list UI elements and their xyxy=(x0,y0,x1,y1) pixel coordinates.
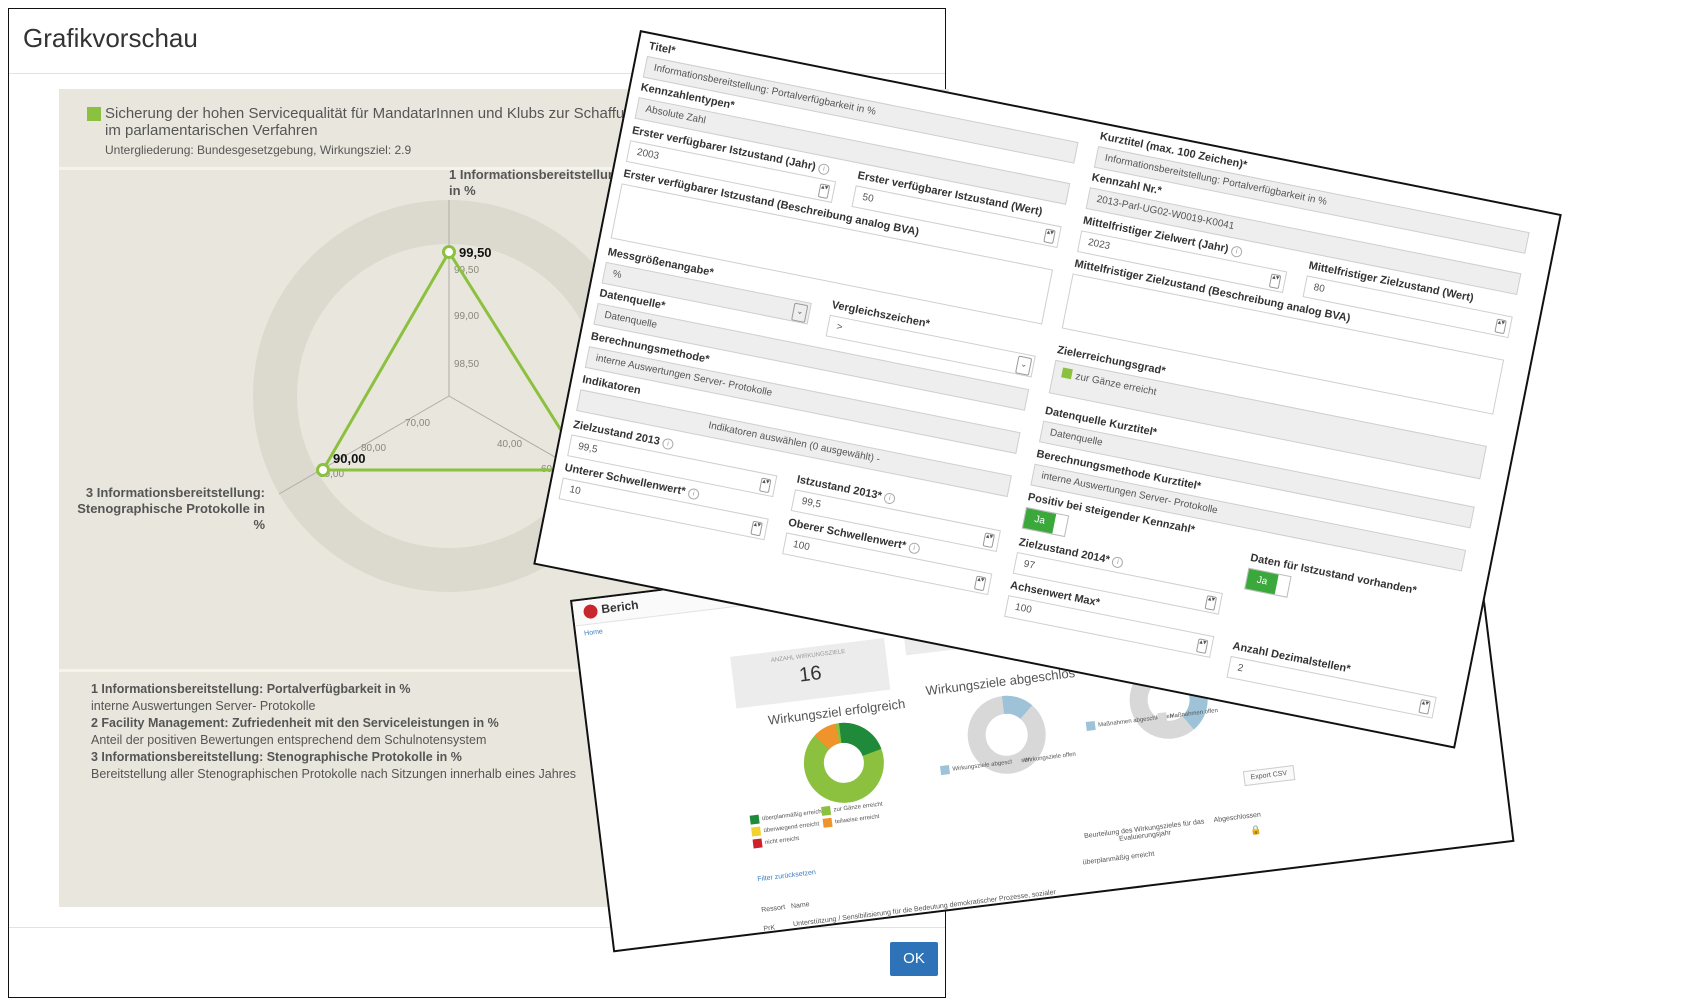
note-title: 3 Informationsbereitstellung: Stenograph… xyxy=(91,750,462,764)
axis-label-3-line3: % xyxy=(253,517,265,532)
chevron-down-icon: ⌄ xyxy=(791,302,809,323)
info-icon[interactable]: i xyxy=(687,487,701,501)
stepper-icon[interactable]: ▴▾ xyxy=(1204,595,1218,611)
dialog-title: Grafikvorschau xyxy=(23,23,198,53)
stepper-icon[interactable]: ▴▾ xyxy=(817,183,831,200)
stepper-icon[interactable]: ▴▾ xyxy=(1195,638,1209,654)
ok-button[interactable]: OK xyxy=(890,942,938,976)
legend-swatch xyxy=(751,826,762,837)
note-item: 2 Facility Management: Zufriedenheit mit… xyxy=(91,715,576,732)
legend-swatch xyxy=(940,765,951,776)
note-text: interne Auswertungen Server- Protokolle xyxy=(91,699,316,713)
chart-notes: 1 Informationsbereitstellung: Portalverf… xyxy=(91,681,576,783)
table-cell: PrK xyxy=(763,924,776,933)
lock-icon: 🔒 xyxy=(1249,824,1262,836)
legend-swatch xyxy=(749,814,760,825)
radar-tick-label: 70,00 xyxy=(405,418,430,429)
info-icon[interactable]: i xyxy=(1111,555,1125,569)
info-icon[interactable]: i xyxy=(907,541,921,555)
note-item: 3 Informationsbereitstellung: Stenograph… xyxy=(91,749,576,766)
stepper-icon[interactable]: ▴▾ xyxy=(1043,228,1056,245)
toggle-on-label: Ja xyxy=(1245,568,1279,595)
axis-label-3-line2: Stenographische Protokolle in xyxy=(77,501,265,516)
axis-label-3-line1: 3 Informationsbereitstellung: xyxy=(86,485,265,500)
toggle-on-label: Ja xyxy=(1022,508,1057,534)
info-icon[interactable]: i xyxy=(1230,244,1244,258)
stepper-icon[interactable]: ▴▾ xyxy=(1418,699,1431,715)
note-item: 1 Informationsbereitstellung: Portalverf… xyxy=(91,681,576,698)
info-icon[interactable]: i xyxy=(883,491,897,505)
radar-point-3 xyxy=(316,463,330,477)
radar-tick-label: 99,00 xyxy=(454,311,479,322)
radar-point-1 xyxy=(442,245,456,259)
note-title: 2 Facility Management: Zufriedenheit mit… xyxy=(91,716,499,730)
radar-value-label-1: 99,50 xyxy=(459,245,492,260)
info-icon[interactable]: i xyxy=(661,437,675,451)
stepper-icon[interactable]: ▴▾ xyxy=(750,520,763,537)
titel-label: Titel* xyxy=(647,40,677,58)
note-text: Bereitstellung aller Stenographischen Pr… xyxy=(91,767,577,781)
table-row[interactable]: PrK xyxy=(763,924,775,932)
legend-swatch xyxy=(752,838,763,849)
positiv-toggle[interactable]: Ja xyxy=(1021,506,1070,538)
axis-label-1-line1: 1 Informationsbereitstellung: xyxy=(449,167,628,182)
radar-tick-label: 40,00 xyxy=(497,439,522,450)
legend-swatch xyxy=(822,817,833,828)
daten-toggle[interactable]: Ja xyxy=(1244,567,1292,598)
stepper-icon[interactable]: ▴▾ xyxy=(973,575,987,592)
stepper-icon[interactable]: ▴▾ xyxy=(1494,318,1507,335)
stepper-icon[interactable]: ▴▾ xyxy=(1268,273,1282,290)
donut-chart-1 xyxy=(803,722,884,803)
legend-swatch xyxy=(821,805,832,816)
note-title: 1 Informationsbereitstellung: Portalverf… xyxy=(91,682,411,696)
legend-swatch xyxy=(1011,756,1022,767)
chevron-down-icon: ⌄ xyxy=(1015,355,1033,376)
radar-tick-label: 98,50 xyxy=(454,359,479,370)
axis-label-1-line2: in % xyxy=(449,183,476,198)
note-text: Anteil der positiven Bewertungen entspre… xyxy=(91,733,487,747)
legend-swatch xyxy=(1085,720,1096,731)
stepper-icon[interactable]: ▴▾ xyxy=(982,532,996,549)
legend-swatch xyxy=(1157,712,1168,723)
status-swatch xyxy=(1061,367,1073,380)
stepper-icon[interactable]: ▴▾ xyxy=(758,477,772,494)
info-icon[interactable]: i xyxy=(817,162,831,176)
radar-value-label-3: 90,00 xyxy=(333,451,366,466)
